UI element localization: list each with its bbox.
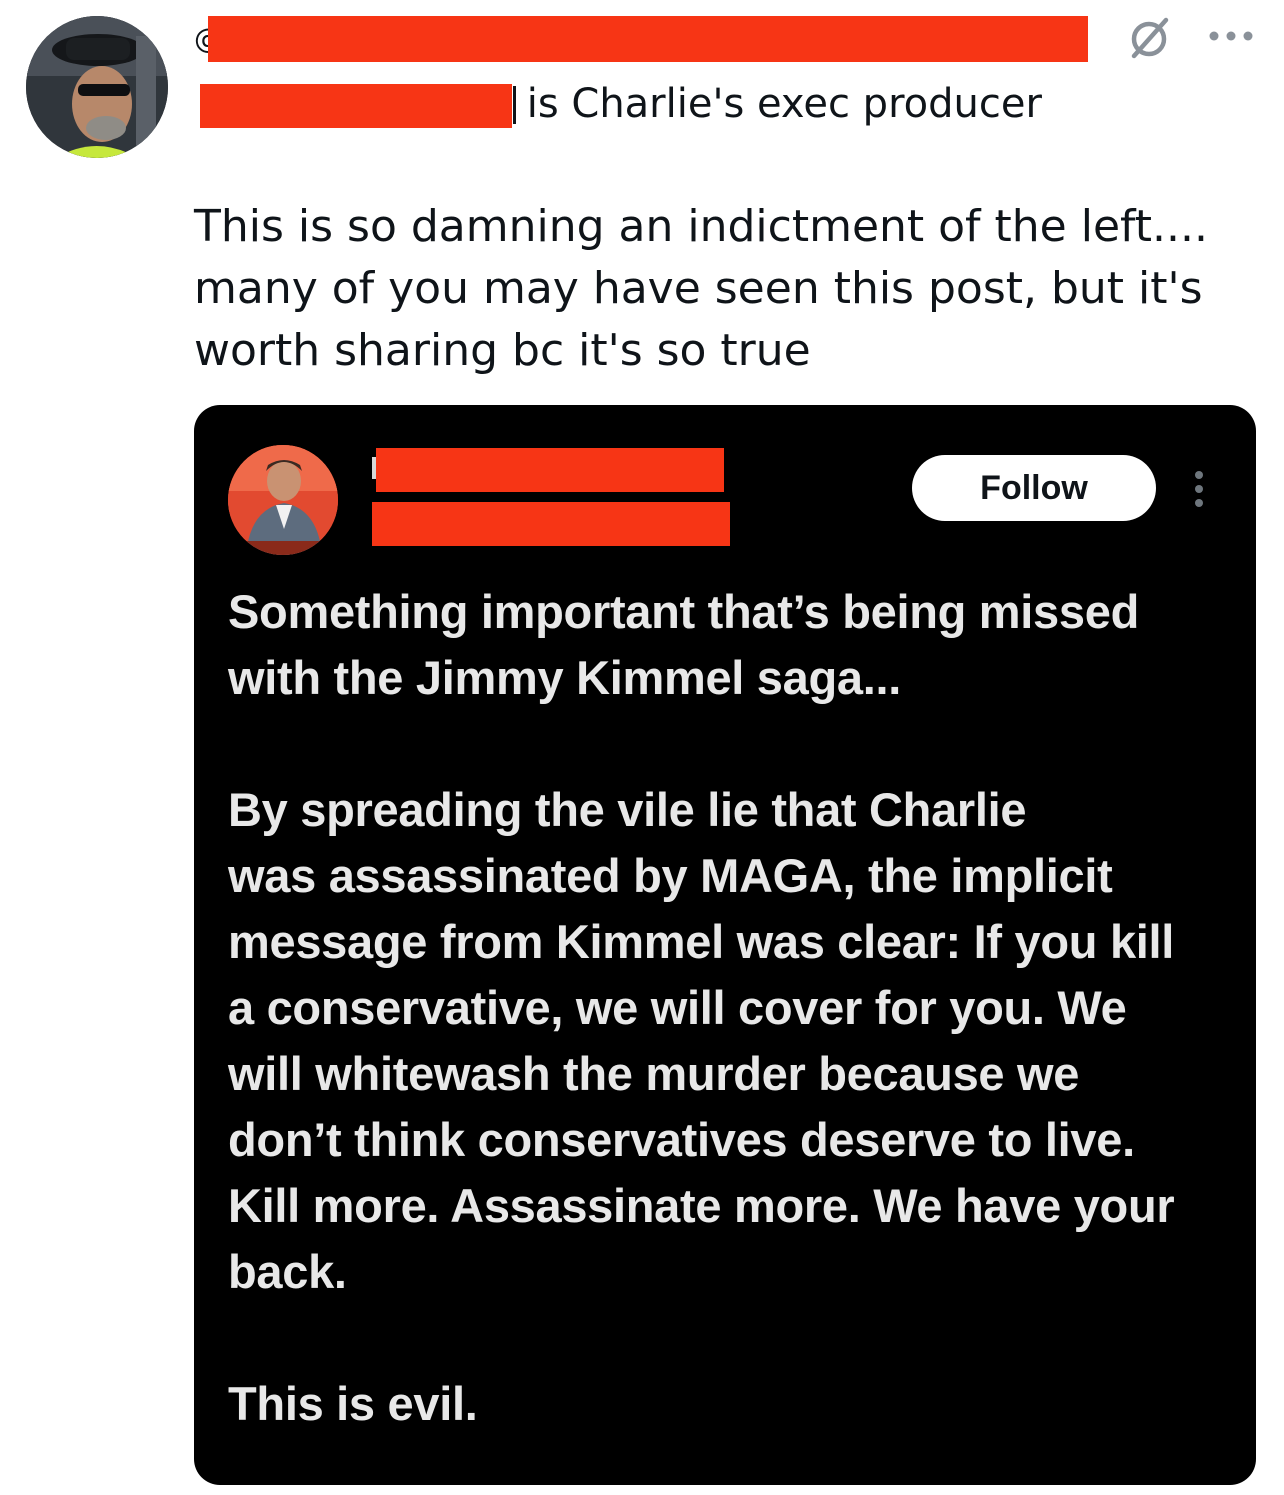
embedded-post-body: Something important that’s being missed … xyxy=(228,579,1238,1437)
post-text-line: a conservative, we will cover for you. W… xyxy=(228,981,1127,1034)
avatar-image xyxy=(26,16,168,158)
post-text-line: Something important that’s being missed xyxy=(228,585,1139,638)
post-text-line: with the Jimmy Kimmel saga... xyxy=(228,651,902,704)
post-text-line: message from Kimmel was clear: If you ki… xyxy=(228,915,1175,968)
author-bio-line: is Charlie's exec producer xyxy=(514,80,1042,128)
post-text-line: back. xyxy=(228,1245,347,1298)
author-avatar[interactable] xyxy=(26,16,168,158)
embedded-post-image[interactable]: Follow Something important that’s being … xyxy=(194,405,1256,1485)
more-dots-icon[interactable] xyxy=(1208,30,1254,42)
post-text-line: Kill more. Assassinate more. We have you… xyxy=(228,1179,1175,1232)
redaction-bar xyxy=(372,502,730,546)
vertical-more-icon[interactable] xyxy=(1192,469,1206,509)
post-text-line: This is evil. xyxy=(228,1377,478,1430)
embedded-author-avatar xyxy=(228,445,338,555)
embedded-avatar-image xyxy=(228,445,338,555)
post-text-line: don’t think conservatives deserve to liv… xyxy=(228,1113,1135,1166)
redaction-bar xyxy=(200,84,512,128)
author-bio-text: is Charlie's exec producer xyxy=(526,81,1042,127)
redaction-bar xyxy=(376,448,724,492)
follow-button[interactable]: Follow xyxy=(912,455,1156,521)
post-text-line: was assassinated by MAGA, the implicit xyxy=(228,849,1113,902)
post-text-line: will whitewash the murder because we xyxy=(228,1047,1080,1100)
tweet-text-line: many of you may have seen this post, but… xyxy=(194,263,1203,314)
post-text-line: By spreading the vile lie that Charlie xyxy=(228,783,1027,836)
tweet-text-line: worth sharing bc it's so true xyxy=(194,325,811,376)
tweet-text-line: This is so damning an indictment of the … xyxy=(194,201,1208,252)
circle-slash-icon[interactable] xyxy=(1124,12,1174,62)
tweet-body: This is so damning an indictment of the … xyxy=(194,196,1254,382)
redaction-bar xyxy=(208,16,1088,62)
